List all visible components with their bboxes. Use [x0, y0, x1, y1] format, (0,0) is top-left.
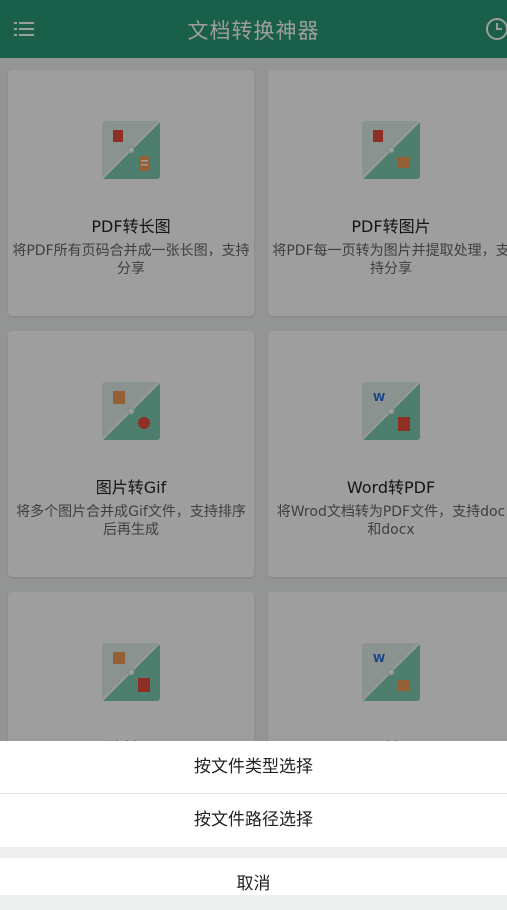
divider — [0, 847, 507, 858]
cancel-button[interactable]: 取消 — [0, 858, 507, 910]
select-by-file-path-button[interactable]: 按文件路径选择 — [0, 794, 507, 846]
bottom-sheet: 按文件类型选择 按文件路径选择 取消 — [0, 741, 507, 895]
select-by-file-type-button[interactable]: 按文件类型选择 — [0, 741, 507, 793]
